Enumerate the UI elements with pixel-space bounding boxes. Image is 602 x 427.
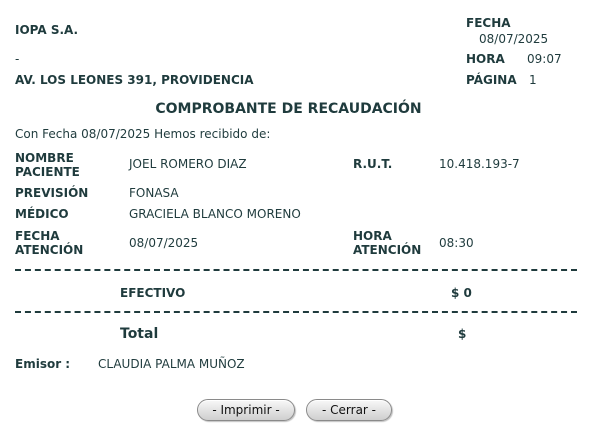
hora-atencion-label-line1: HORA [353, 229, 392, 243]
pagina-value: 1 [529, 73, 537, 87]
nombre-paciente-value: JOEL ROMERO DIAZ [129, 157, 247, 171]
nombre-label-line2: PACIENTE [15, 165, 80, 179]
hora-atencion-label: HORA ATENCIÓN [353, 229, 421, 257]
company-address: AV. LOS LEONES 391, PROVIDENCIA [15, 73, 254, 87]
company-dash: - [15, 52, 20, 66]
medico-label: MÉDICO [15, 207, 69, 221]
payment-amount: $ 0 [451, 286, 472, 300]
emisor-label: Emisor : [15, 357, 71, 371]
company-name: IOPA S.A. [15, 23, 79, 37]
medico-value: GRACIELA BLANCO MORENO [129, 207, 301, 221]
hora-atencion-label-line2: ATENCIÓN [353, 243, 422, 257]
hora-label: HORA [466, 52, 505, 66]
intro-text: Con Fecha 08/07/2025 Hemos recibido de: [15, 127, 271, 141]
prevision-label: PREVISIÓN [15, 186, 89, 200]
pagina-label: PÁGINA [466, 73, 517, 87]
fecha-atencion-label: FECHA ATENCIÓN [15, 229, 83, 257]
fecha-atencion-label-line2: ATENCIÓN [15, 243, 84, 257]
close-button[interactable]: - Cerrar - [306, 399, 392, 421]
nombre-label-line1: NOMBRE [15, 151, 74, 165]
total-label: Total [120, 326, 159, 342]
prevision-value: FONASA [129, 186, 179, 200]
nombre-paciente-label: NOMBRE PACIENTE [15, 151, 80, 179]
fecha-value: 08/07/2025 [479, 32, 549, 46]
document-title: COMPROBANTE DE RECAUDACIÓN [155, 101, 422, 117]
fecha-label: FECHA [466, 16, 511, 30]
print-button[interactable]: - Imprimir - [197, 399, 295, 421]
divider-bottom [15, 311, 577, 313]
fecha-atencion-label-line1: FECHA [15, 229, 60, 243]
payment-method: EFECTIVO [120, 286, 186, 300]
rut-value: 10.418.193-7 [439, 157, 520, 171]
rut-label: R.U.T. [353, 157, 393, 171]
total-value: $ [458, 327, 467, 341]
emisor-value: CLAUDIA PALMA MUÑOZ [98, 357, 245, 371]
divider-top [15, 269, 577, 271]
hora-value: 09:07 [527, 52, 562, 66]
fecha-atencion-value: 08/07/2025 [129, 236, 199, 250]
hora-atencion-value: 08:30 [439, 236, 474, 250]
